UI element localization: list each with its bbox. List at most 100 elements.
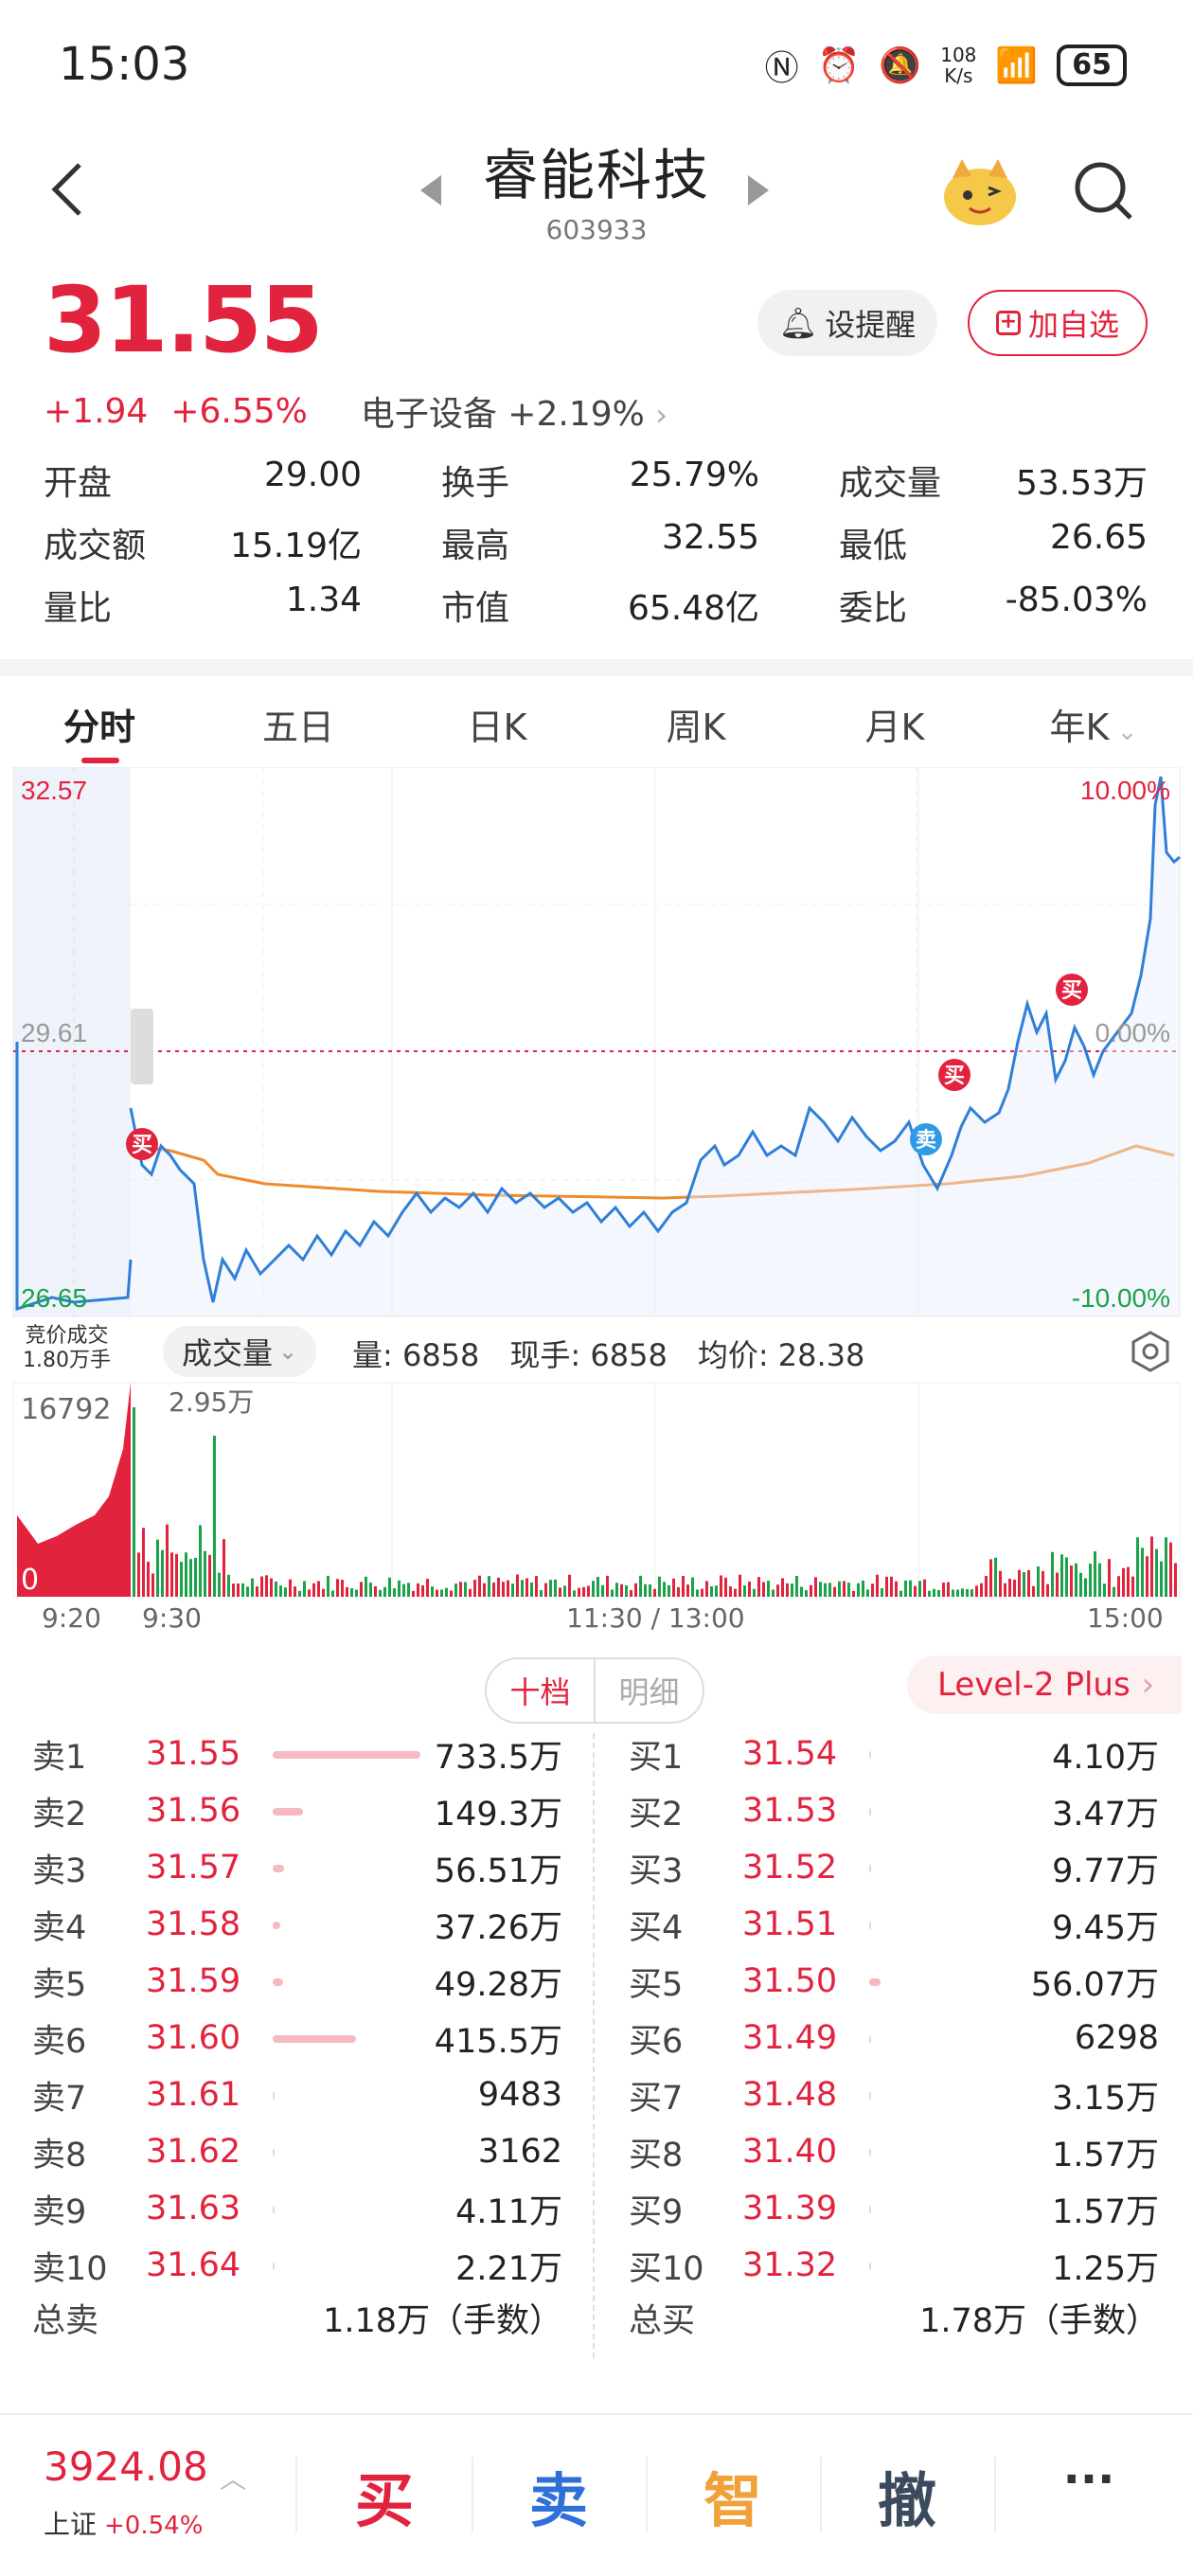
orderbook-row[interactable]: 卖10 31.64 2.21万 <box>32 2237 562 2294</box>
volume-bar <box>625 1585 628 1597</box>
orderbook-row[interactable]: 卖8 31.62 3162 <box>32 2123 562 2180</box>
volume-bar <box>869 1978 881 1986</box>
volume-bar <box>275 1582 277 1597</box>
set-alert-button[interactable]: 🔔︎ 设提醒 <box>757 290 937 356</box>
volume-bar <box>388 1577 391 1597</box>
volume-bar <box>724 1577 727 1597</box>
orderbook-row[interactable]: 卖2 31.56 149.3万 <box>32 1782 562 1839</box>
volume-bar <box>251 1578 254 1597</box>
orderbook-row[interactable]: 买8 31.40 1.57万 <box>629 2123 1159 2180</box>
volume-bar <box>966 1588 969 1597</box>
tab-1[interactable]: 五日 <box>199 688 398 767</box>
orderbook-row[interactable]: 买5 31.50 56.07万 <box>629 1953 1159 2010</box>
index-value[interactable]: 3924.08 <box>44 2443 208 2490</box>
volume-bar <box>899 1590 902 1597</box>
orderbook-row[interactable]: 卖9 31.63 4.11万 <box>32 2180 562 2237</box>
sector-link[interactable]: 电子设备 +2.19% › <box>361 386 668 436</box>
y-label-top: 32.57 <box>21 776 87 805</box>
volume-bar <box>975 1585 978 1597</box>
volume-bar <box>1060 1554 1063 1597</box>
level-price: 31.56 <box>146 1792 241 1830</box>
tab-3[interactable]: 周K <box>596 688 795 767</box>
volume-bar <box>592 1581 595 1597</box>
orderbook-row[interactable]: 卖3 31.57 56.51万 <box>32 1839 562 1896</box>
total-buy: 总买 1.78万（手数） <box>629 2302 1159 2340</box>
total-sell: 总卖 1.18万（手数） <box>32 2302 562 2340</box>
orderbook-row[interactable]: 买7 31.48 3.15万 <box>629 2066 1159 2123</box>
level2-plus-button[interactable]: Level-2 Plus › <box>907 1655 1182 1714</box>
quote-key: 换手 <box>441 464 510 503</box>
add-watchlist-button[interactable]: + 加自选 <box>968 290 1148 356</box>
net-speed: 108 K/s <box>940 44 977 87</box>
y-label-mid: 29.61 <box>21 1018 87 1047</box>
volume-bar <box>540 1590 543 1597</box>
level-volume: 3.47万 <box>1052 1795 1159 1834</box>
level-label: 买10 <box>629 2249 704 2288</box>
volume-bar <box>890 1576 893 1597</box>
tab-details[interactable]: 明细 <box>596 1659 703 1722</box>
volume-bar <box>686 1584 689 1597</box>
quote-cell: 市值 65.48亿 <box>441 581 759 630</box>
indicator-dropdown[interactable]: 成交量 ⌄ <box>163 1326 317 1377</box>
volume-bar <box>488 1576 490 1597</box>
volume-bar <box>1131 1576 1134 1597</box>
next-stock-icon[interactable] <box>748 175 769 206</box>
orderbook-row[interactable]: 买4 31.51 9.45万 <box>629 1896 1159 1953</box>
level-price: 31.64 <box>146 2246 241 2284</box>
volume-bar <box>273 2092 275 2100</box>
tab-2[interactable]: 日K <box>398 688 596 767</box>
level-price: 31.57 <box>146 1849 241 1887</box>
level-price: 31.40 <box>742 2133 838 2171</box>
volume-bar <box>1113 1586 1115 1597</box>
volume-bar <box>530 1582 533 1597</box>
orderbook-row[interactable]: 买2 31.53 3.47万 <box>629 1782 1159 1839</box>
y-label-bottom: 26.65 <box>21 1283 87 1313</box>
sell-button[interactable]: 卖 <box>473 2453 644 2538</box>
quote-cell: 开盘 29.00 <box>44 456 362 505</box>
mascot-icon[interactable] <box>939 153 1021 227</box>
back-icon[interactable] <box>45 161 93 218</box>
orderbook-row[interactable]: 买9 31.39 1.57万 <box>629 2180 1159 2237</box>
orderbook-row[interactable]: 买3 31.52 9.77万 <box>629 1839 1159 1896</box>
volume-bar <box>1155 1548 1158 1597</box>
orderbook-row[interactable]: 卖6 31.60 415.5万 <box>32 2010 562 2066</box>
tab-5[interactable]: 年K ⌄ <box>994 688 1193 767</box>
tab-ten-levels[interactable]: 十档 <box>487 1659 596 1722</box>
buy-button[interactable]: 买 <box>299 2453 470 2538</box>
orderbook-row[interactable]: 卖5 31.59 49.28万 <box>32 1953 562 2010</box>
quote-row: 量比 1.34 市值 65.48亿 委比 -85.03% <box>44 574 1148 636</box>
volume-bar <box>869 2035 871 2043</box>
volume-bar <box>232 1583 235 1597</box>
volume-bar <box>909 1580 912 1597</box>
volume-bar <box>767 1581 770 1597</box>
volume-bar <box>322 1588 325 1597</box>
volume-bar <box>710 1586 713 1597</box>
chevron-up-icon[interactable]: ︿ <box>220 2459 246 2496</box>
volume-bar <box>469 1588 472 1597</box>
intraday-chart[interactable]: 买买买卖32.5729.6126.6510.00%0.00%-10.00%167… <box>0 767 1193 1648</box>
orderbook-row[interactable]: 买1 31.54 4.10万 <box>629 1726 1159 1782</box>
level-price: 31.62 <box>146 2133 241 2171</box>
more-icon[interactable]: ··· <box>1004 2453 1174 2506</box>
index-name[interactable]: 上证 +0.54% <box>44 2504 203 2542</box>
orderbook-row[interactable]: 卖1 31.55 733.5万 <box>32 1726 562 1782</box>
orderbook-row[interactable]: 买6 31.49 6298 <box>629 2010 1159 2066</box>
volume-bar <box>454 1583 457 1597</box>
orderbook-row[interactable]: 买10 31.32 1.25万 <box>629 2237 1159 2294</box>
tab-4[interactable]: 月K <box>795 688 994 767</box>
tab-0[interactable]: 分时 <box>0 688 199 767</box>
volume-bar <box>1008 1579 1011 1597</box>
collapse-handle[interactable] <box>131 1009 153 1084</box>
level-volume: 3162 <box>477 2133 562 2171</box>
cancel-order-button[interactable]: 撤 <box>822 2453 992 2538</box>
volume-bar <box>800 1586 803 1597</box>
quote-cell: 量比 1.34 <box>44 581 362 630</box>
chevron-right-icon: › <box>655 397 668 433</box>
level-volume: 9.77万 <box>1052 1852 1159 1890</box>
orderbook-row[interactable]: 卖4 31.58 37.26万 <box>32 1896 562 1953</box>
smart-button[interactable]: 智 <box>648 2453 818 2538</box>
search-icon[interactable] <box>1072 159 1134 222</box>
settings-icon[interactable] <box>1129 1330 1172 1373</box>
time-label-auction: 9:20 <box>42 1602 101 1634</box>
orderbook-row[interactable]: 卖7 31.61 9483 <box>32 2066 562 2123</box>
